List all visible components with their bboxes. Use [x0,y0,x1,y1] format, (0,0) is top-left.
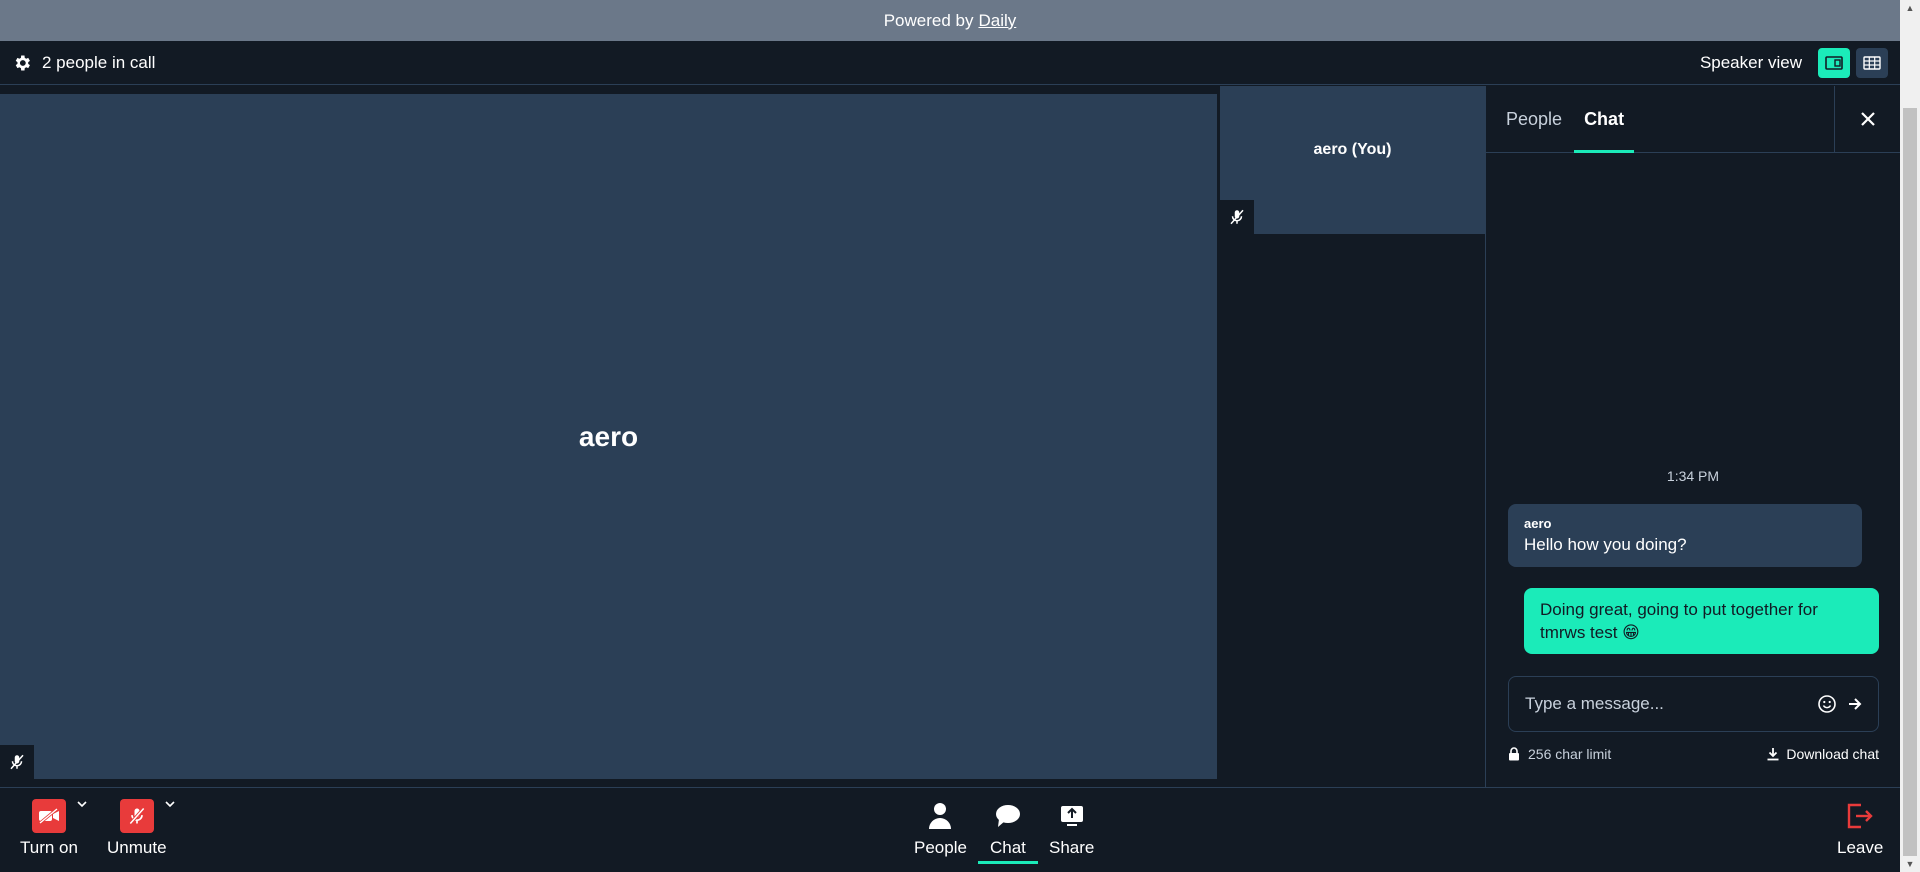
self-video-tile: aero (You) [1220,86,1485,234]
people-in-call-count: 2 people in call [42,52,156,72]
chat-sidebar: People Chat 1:34 PM aero Hello how you d… [1485,86,1900,787]
message-text: Hello how you doing? [1524,535,1687,554]
chat-timestamp: 1:34 PM [1666,468,1720,484]
mic-options-chevron-icon [165,801,175,808]
self-muted-mic-icon [1220,200,1254,234]
screen-share-icon [1060,806,1083,826]
tab-chat[interactable]: Chat [1574,86,1635,153]
close-sidebar-button[interactable] [1834,86,1900,152]
chat-label: Chat [990,838,1026,857]
speaker-name: aero [578,420,639,452]
outgoing-message: Doing great, going to put together for t… [1524,588,1879,654]
mic-toggle-button[interactable]: Unmute [107,798,175,858]
message-author: aero [1524,516,1552,531]
leave-label: Leave [1837,838,1884,857]
chat-message-input[interactable] [1525,694,1810,714]
speaker-video-tile: aero [0,94,1217,779]
chat-bubble-icon [995,805,1020,827]
view-mode-label: Speaker view [1699,52,1802,72]
people-label: People [914,838,967,857]
mic-label: Unmute [107,838,167,857]
tab-people[interactable]: People [1506,86,1562,152]
self-tile-name: aero (You) [1313,141,1392,158]
lock-icon [1508,747,1520,761]
chat-button[interactable]: Chat [978,798,1038,864]
download-icon[interactable] [1766,747,1780,761]
bottom-tray: Turn on Unmute People Chat Share Leave [0,787,1900,872]
share-label: Share [1049,838,1095,857]
share-button[interactable]: Share [1049,798,1094,858]
chat-active-indicator [978,861,1038,864]
person-icon [929,803,952,829]
settings-gear-icon[interactable] [12,53,32,73]
leave-button[interactable]: Leave [1837,798,1883,858]
camera-label: Turn on [20,838,78,857]
send-arrow-icon[interactable] [1844,693,1866,715]
chat-footer: 256 char limit Download chat [1508,746,1879,762]
camera-off-icon [31,799,66,833]
scrollbar-thumb[interactable] [1903,108,1917,856]
powered-by-banner: Powered by Daily [0,0,1900,41]
mic-off-icon [119,799,154,833]
scroll-up-arrow-icon[interactable]: ▲ [1900,0,1920,16]
scroll-down-arrow-icon[interactable]: ▼ [1900,856,1920,872]
incoming-message: aero Hello how you doing? [1508,504,1862,567]
page-scrollbar[interactable]: ▲ ▼ [1900,0,1920,872]
close-icon [1860,112,1875,126]
char-limit-label: 256 char limit [1528,746,1612,762]
grid-view-button[interactable] [1856,47,1888,78]
camera-options-chevron-icon [77,801,87,808]
speaker-view-button[interactable] [1818,47,1850,78]
emoji-icon[interactable] [1816,693,1838,715]
download-chat-button[interactable]: Download chat [1786,746,1879,762]
leave-door-icon [1847,803,1873,829]
top-bar: 2 people in call Speaker view [0,41,1900,85]
sidebar-tabs: People Chat [1486,86,1900,153]
daily-link[interactable]: Daily [978,11,1016,31]
camera-toggle-button[interactable]: Turn on [20,798,87,858]
people-button[interactable]: People [914,798,967,858]
speaker-muted-mic-icon [0,745,34,779]
chat-input-box [1508,676,1879,732]
banner-prefix: Powered by [883,10,974,30]
